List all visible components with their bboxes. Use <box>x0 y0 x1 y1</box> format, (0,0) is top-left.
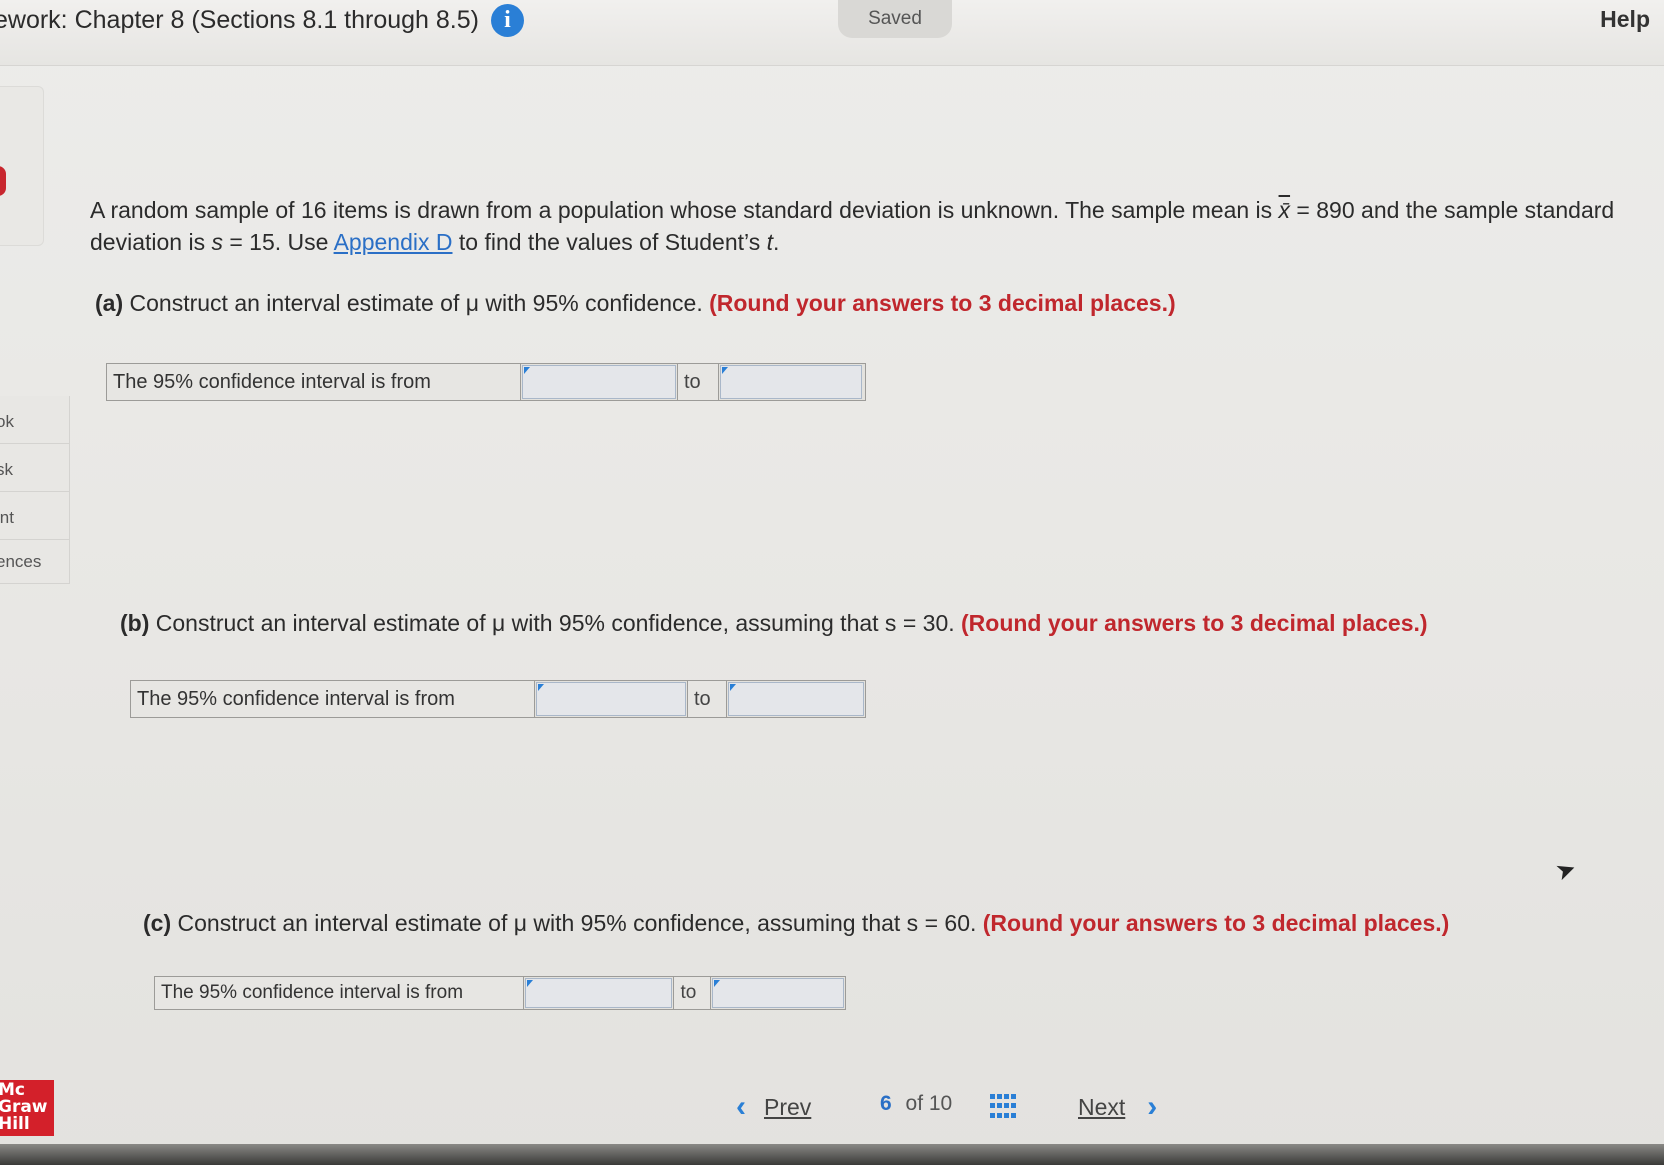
part-b-answer-row: The 95% confidence interval is from to <box>130 680 866 718</box>
prev-label: Prev <box>764 1093 812 1120</box>
assignment-title: ework: Chapter 8 (Sections 8.1 through 8… <box>0 4 524 37</box>
sidebar-indicator-icon <box>0 166 6 196</box>
prev-button[interactable]: ‹ Prev <box>736 1090 811 1124</box>
mouse-cursor-icon: ➤ <box>1551 854 1581 887</box>
part-a-to-label: to <box>677 364 719 400</box>
sidebar-item-label: ok <box>0 412 14 431</box>
part-c-question: (c) Construct an interval estimate of μ … <box>143 910 1449 937</box>
part-b-round-note: (Round your answers to 3 decimal places.… <box>961 610 1428 636</box>
chevron-right-icon: › <box>1147 1090 1158 1123</box>
next-label: Next <box>1078 1093 1126 1120</box>
sidebar-panel <box>0 86 44 246</box>
appendix-d-link[interactable]: Appendix D <box>334 229 453 255</box>
part-b-to-label: to <box>687 681 727 717</box>
page-total: of 10 <box>905 1092 953 1115</box>
help-link[interactable]: Help <box>1600 6 1650 33</box>
part-b-label: (b) <box>120 610 150 636</box>
prompt-text: . <box>773 229 780 255</box>
part-c-row-label: The 95% confidence interval is from <box>155 977 524 1009</box>
part-b-row-label: The 95% confidence interval is from <box>131 681 535 717</box>
part-a-text: Construct an interval estimate of μ with… <box>123 290 710 316</box>
part-b-text: Construct an interval estimate of μ with… <box>149 610 962 636</box>
info-icon[interactable]: i <box>491 4 524 37</box>
mcgraw-hill-logo: Mc Graw Hill <box>0 1080 54 1136</box>
chevron-left-icon: ‹ <box>736 1090 746 1123</box>
part-c-text: Construct an interval estimate of μ with… <box>171 910 983 936</box>
question-grid-icon[interactable] <box>990 1094 1018 1120</box>
assignment-title-text: ework: Chapter 8 (Sections 8.1 through 8… <box>0 6 479 34</box>
sidebar-item-label: sk <box>0 460 13 479</box>
part-c-to-input[interactable] <box>712 978 844 1008</box>
part-c-round-note: (Round your answers to 3 decimal places.… <box>982 910 1450 936</box>
part-c-from-input[interactable] <box>524 978 673 1008</box>
sidebar-item-ebook[interactable]: ok <box>0 396 70 444</box>
part-a-answer-row: The 95% confidence interval is from to <box>106 363 866 401</box>
s-symbol: s <box>211 229 223 255</box>
part-a-from-input[interactable] <box>522 365 676 399</box>
sidebar-item-print[interactable]: int <box>0 492 70 540</box>
sidebar-item-label: ences <box>0 552 42 571</box>
part-a-row-label: The 95% confidence interval is from <box>107 364 521 400</box>
part-b-from-input[interactable] <box>536 682 686 716</box>
part-b-to-input[interactable] <box>728 682 864 716</box>
saved-status-badge: Saved <box>838 0 952 38</box>
part-c-to-label: to <box>673 977 712 1009</box>
next-button[interactable]: Next › <box>1078 1090 1157 1124</box>
dock-edge <box>0 1144 1664 1165</box>
part-a-to-input[interactable] <box>720 365 862 399</box>
part-b-question: (b) Construct an interval estimate of μ … <box>120 610 1428 637</box>
sidebar-item-references[interactable]: ences <box>0 540 70 584</box>
part-a-round-note: (Round your answers to 3 decimal places.… <box>709 290 1176 316</box>
prompt-text: = 15. Use <box>222 229 334 255</box>
part-c-answer-row: The 95% confidence interval is from to <box>154 976 846 1010</box>
part-c-label: (c) <box>143 910 172 936</box>
sidebar-item-ask[interactable]: sk <box>0 444 70 492</box>
logo-line: Hill <box>0 1114 30 1134</box>
prompt-text: A random sample of 16 items is drawn fro… <box>90 197 1279 223</box>
prompt-text: to find the values of Student’s <box>452 229 767 255</box>
assignment-header: ework: Chapter 8 (Sections 8.1 through 8… <box>0 0 1664 66</box>
part-a-label: (a) <box>95 290 124 316</box>
xbar-symbol: x̄ <box>1278 197 1291 223</box>
sidebar-item-label: int <box>0 508 14 527</box>
current-page-number: 6 <box>880 1092 892 1115</box>
page-indicator: 6 of 10 <box>880 1092 952 1116</box>
part-a-question: (a) Construct an interval estimate of μ … <box>95 290 1176 317</box>
question-prompt: A random sample of 16 items is drawn fro… <box>90 194 1620 258</box>
